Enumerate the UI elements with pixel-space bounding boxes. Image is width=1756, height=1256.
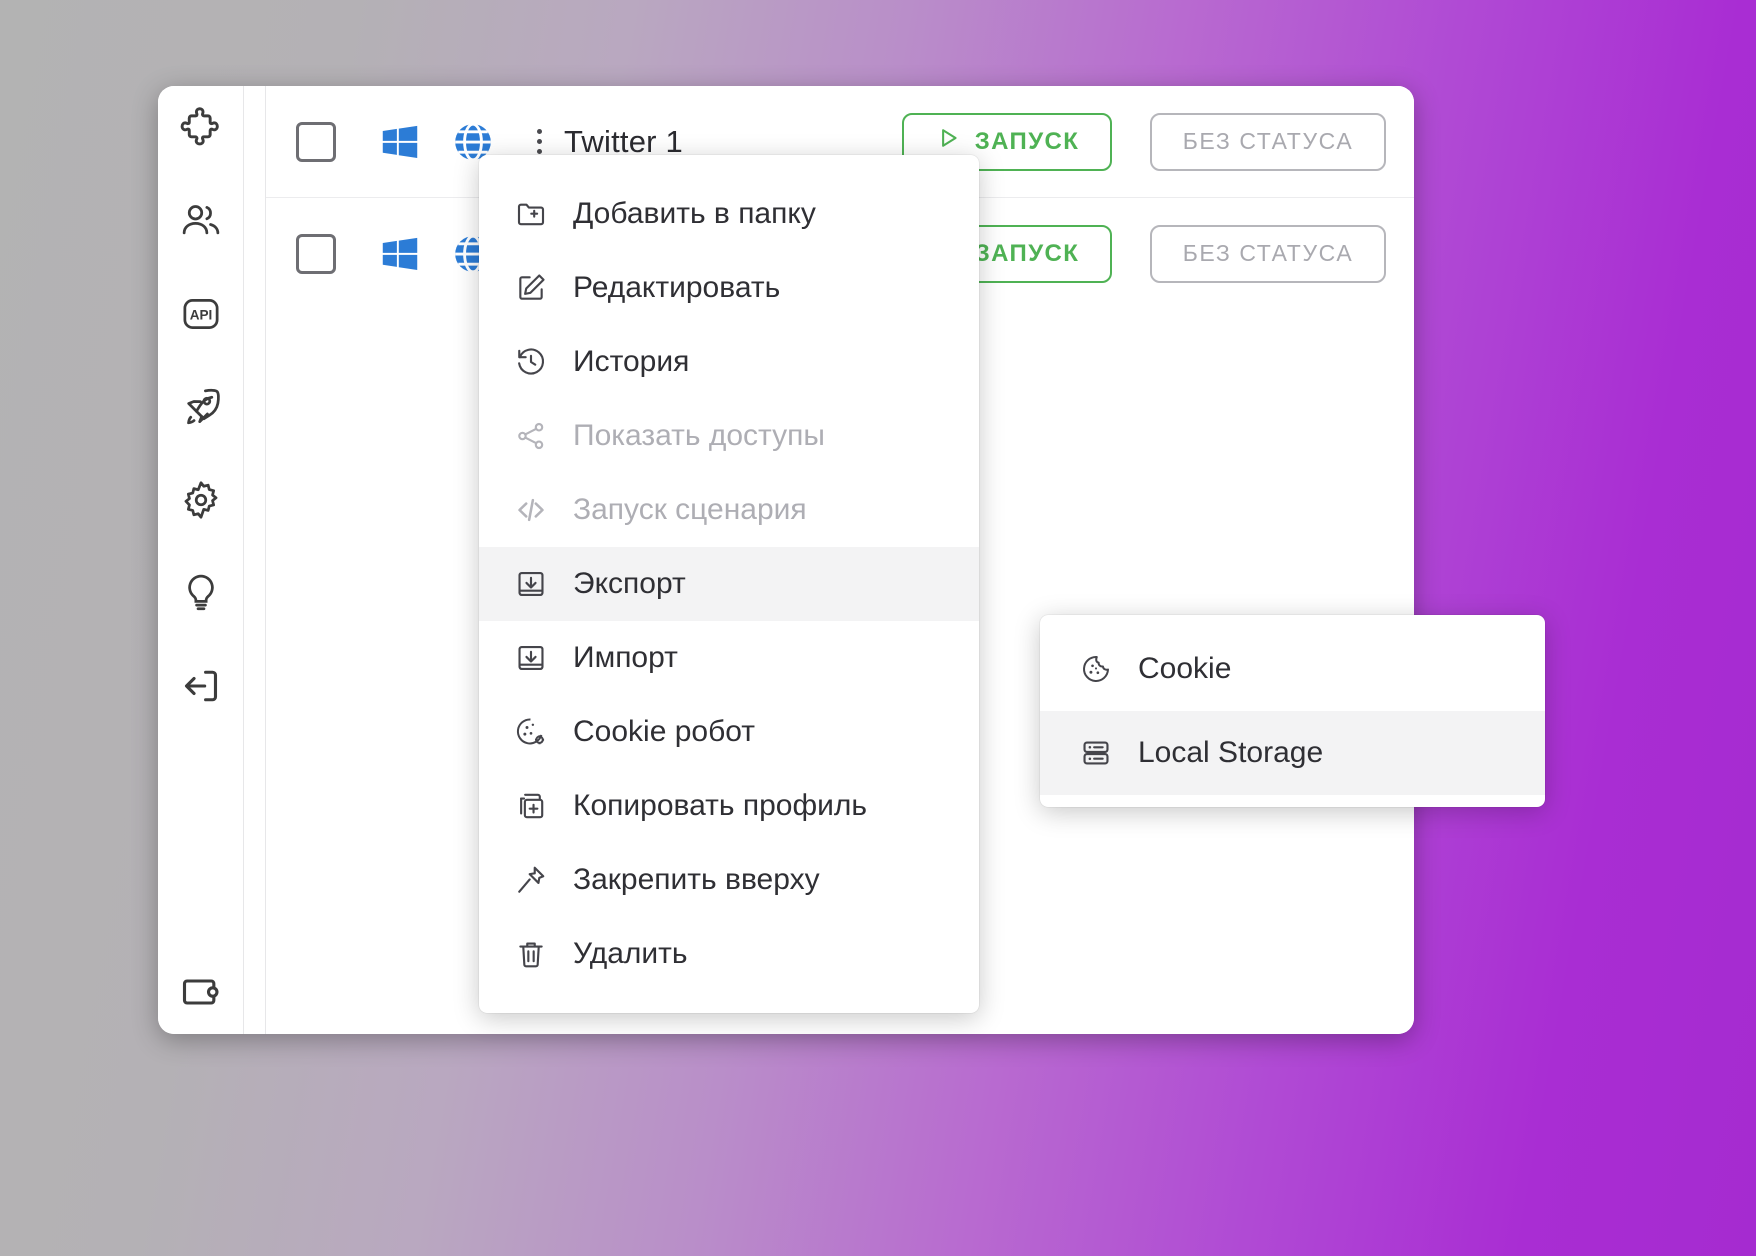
sidebar-item-team[interactable] xyxy=(173,193,229,249)
pin-icon xyxy=(515,864,557,896)
status-badge[interactable]: БЕЗ СТАТУСА xyxy=(1150,225,1386,283)
export-icon xyxy=(515,568,557,600)
sidebar-item-api[interactable]: API xyxy=(173,286,229,342)
svg-text:API: API xyxy=(189,308,212,323)
menu-item-export[interactable]: Экспорт xyxy=(479,547,979,621)
menu-item-show-access: Показать доступы xyxy=(479,399,979,473)
menu-item-edit[interactable]: Редактировать xyxy=(479,251,979,325)
import-icon xyxy=(515,642,557,674)
sidebar-item-billing[interactable] xyxy=(173,964,229,1020)
menu-item-run-script: Запуск сценария xyxy=(479,473,979,547)
export-submenu: Cookie Local Storage xyxy=(1040,615,1545,807)
status-badge-label: БЕЗ СТАТУСА xyxy=(1183,240,1354,267)
row-checkbox[interactable] xyxy=(296,122,336,162)
copy-icon xyxy=(515,790,557,822)
sidebar-item-extensions[interactable] xyxy=(173,100,229,156)
menu-item-label: Удалить xyxy=(573,937,688,971)
menu-item-import[interactable]: Импорт xyxy=(479,621,979,695)
status-badge-label: БЕЗ СТАТУСА xyxy=(1183,128,1354,155)
sidebar: API xyxy=(158,86,244,1034)
submenu-item-local-storage[interactable]: Local Storage xyxy=(1040,711,1545,795)
run-button-label: ЗАПУСК xyxy=(975,128,1080,156)
row-checkbox[interactable] xyxy=(296,234,336,274)
sidebar-item-settings[interactable] xyxy=(173,472,229,528)
menu-item-label: Импорт xyxy=(573,641,678,675)
edit-icon xyxy=(515,272,557,304)
menu-item-label: Копировать профиль xyxy=(573,789,867,823)
menu-item-label: Добавить в папку xyxy=(573,197,816,231)
users-icon xyxy=(179,199,223,243)
play-icon xyxy=(935,125,961,158)
menu-item-label: Редактировать xyxy=(573,271,780,305)
menu-item-pin-to-top[interactable]: Закрепить вверху xyxy=(479,843,979,917)
sidebar-bottom xyxy=(158,964,243,1020)
puzzle-icon xyxy=(179,106,223,150)
submenu-item-label: Cookie xyxy=(1138,652,1231,686)
menu-item-label: История xyxy=(573,345,689,379)
folder-add-icon xyxy=(515,198,557,230)
menu-item-label: Запуск сценария xyxy=(573,493,807,527)
database-icon xyxy=(1080,737,1122,769)
context-menu: Добавить в папку Редактировать История xyxy=(479,155,979,1013)
history-icon xyxy=(515,346,557,378)
cookie-robot-icon xyxy=(515,716,557,748)
sidebar-item-launch[interactable] xyxy=(173,379,229,435)
sidebar-item-tips[interactable] xyxy=(173,565,229,621)
menu-item-add-to-folder[interactable]: Добавить в папку xyxy=(479,177,979,251)
sidebar-item-logout[interactable] xyxy=(173,658,229,714)
submenu-item-cookie[interactable]: Cookie xyxy=(1040,627,1545,711)
gear-icon xyxy=(179,478,223,522)
menu-item-label: Показать доступы xyxy=(573,419,825,453)
menu-item-label: Cookie робот xyxy=(573,715,755,749)
list-gutter xyxy=(244,86,266,1034)
menu-item-label: Экспорт xyxy=(573,567,686,601)
logout-icon xyxy=(179,664,223,708)
lightbulb-icon xyxy=(179,571,223,615)
code-icon xyxy=(515,494,557,526)
menu-item-cookie-robot[interactable]: Cookie робот xyxy=(479,695,979,769)
api-icon: API xyxy=(179,292,223,336)
row-menu-button[interactable] xyxy=(526,129,552,154)
share-icon xyxy=(515,420,557,452)
trash-icon xyxy=(515,938,557,970)
run-button-label: ЗАПУСК xyxy=(975,240,1080,268)
windows-icon xyxy=(378,120,422,164)
windows-icon xyxy=(378,232,422,276)
wallet-icon xyxy=(179,970,223,1014)
status-badge[interactable]: БЕЗ СТАТУСА xyxy=(1150,113,1386,171)
submenu-item-label: Local Storage xyxy=(1138,736,1323,770)
menu-item-delete[interactable]: Удалить xyxy=(479,917,979,991)
rocket-icon xyxy=(179,385,223,429)
menu-item-history[interactable]: История xyxy=(479,325,979,399)
cookie-icon xyxy=(1080,653,1122,685)
menu-item-label: Закрепить вверху xyxy=(573,863,820,897)
menu-item-copy-profile[interactable]: Копировать профиль xyxy=(479,769,979,843)
